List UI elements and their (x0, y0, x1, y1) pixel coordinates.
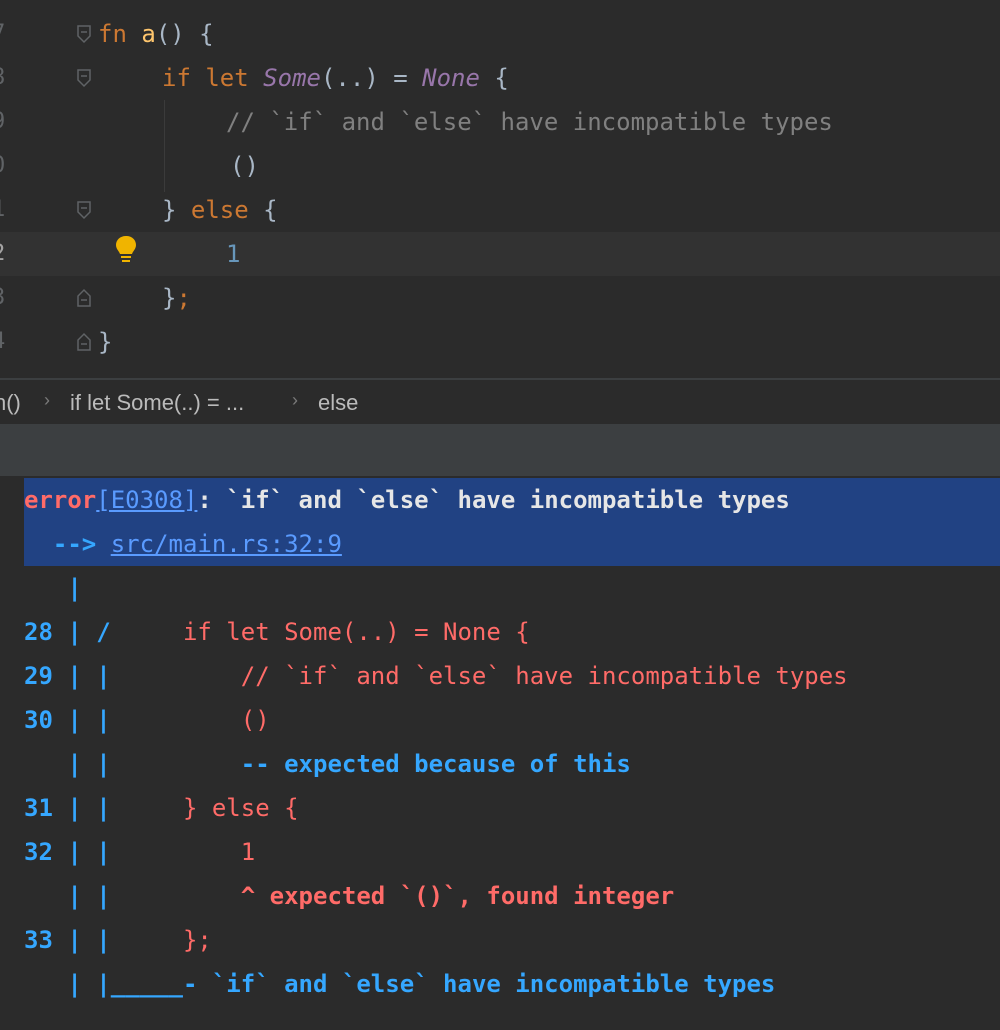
line-gutter: 29 | | (24, 662, 111, 690)
code-editor[interactable]: 7 fn a() { 8 if let Some(..) = None { 9 … (0, 0, 1000, 378)
editor-line[interactable]: 8 if let Some(..) = None { (0, 56, 1000, 100)
line-number: 2 (0, 232, 12, 276)
editor-line[interactable]: 0 () (0, 144, 1000, 188)
fold-end-icon[interactable] (76, 332, 92, 352)
editor-line[interactable]: 7 fn a() { (0, 12, 1000, 56)
line-gutter: | |_____ (24, 970, 183, 998)
line-gutter: | | (24, 882, 111, 910)
line-gutter: 31 | | (24, 794, 111, 822)
code-text: } (98, 328, 113, 356)
build-output-console[interactable]: error[E0308]: `if` and `else` have incom… (0, 476, 1000, 1030)
diagnostic-text: if let Some(..) = None { (110, 618, 530, 646)
diagnostic-line: 32 | | 1 (24, 830, 255, 874)
diagnostic-line: | | ^ expected `()`, found integer (24, 874, 674, 918)
diagnostic-text: - `if` and `else` have incompatible type… (182, 970, 776, 998)
line-gutter: | | (24, 750, 111, 778)
breadcrumb-item[interactable]: if let Some(..) = ... (70, 390, 244, 416)
editor-line[interactable]: 9 // `if` and `else` have incompatible t… (0, 100, 1000, 144)
diagnostic-line: | (24, 566, 82, 610)
diagnostic-line: 28 | / if let Some(..) = None { (24, 610, 530, 654)
error-message: : `if` and `else` have incompatible type… (197, 486, 790, 514)
code-number: 1 (226, 240, 241, 268)
diagnostic-line: 29 | | // `if` and `else` have incompati… (24, 654, 848, 698)
diagnostic-text: ^ expected `()`, found integer (110, 882, 675, 910)
editor-line-current[interactable]: 2 1 (0, 232, 1000, 276)
fold-start-icon[interactable] (76, 68, 92, 88)
lightbulb-icon[interactable] (114, 234, 138, 264)
line-gutter: 32 | | (24, 838, 111, 866)
code-text: }; (162, 284, 191, 312)
line-number: 9 (0, 100, 12, 144)
line-gutter: | (24, 574, 82, 602)
breadcrumb: n() › if let Some(..) = ... › else (0, 378, 1000, 426)
diagnostic-text: } else { (110, 794, 299, 822)
panel-divider (0, 424, 1000, 476)
line-gutter: 28 | / (24, 618, 111, 646)
code-text: fn a() { (98, 20, 214, 48)
diagnostic-line: 31 | | } else { (24, 786, 299, 830)
line-number: 3 (0, 276, 12, 320)
diagnostic-text: -- expected because of this (110, 750, 631, 778)
line-gutter: 30 | | (24, 706, 111, 734)
diagnostic-text: 1 (110, 838, 256, 866)
code-text: () (230, 152, 259, 180)
editor-line[interactable]: 4 } (0, 320, 1000, 364)
error-label: error (24, 486, 97, 514)
chevron-right-icon: › (292, 390, 298, 410)
line-number: 4 (0, 320, 12, 364)
line-number: 1 (0, 188, 12, 232)
fold-start-icon[interactable] (76, 24, 92, 44)
breadcrumb-item-current[interactable]: else (318, 390, 358, 416)
editor-line[interactable]: 1 } else { (0, 188, 1000, 232)
line-number: 0 (0, 144, 12, 188)
line-number: 7 (0, 12, 12, 56)
diagnostic-line: 30 | | () (24, 698, 270, 742)
diagnostic-line: | | -- expected because of this (24, 742, 631, 786)
chevron-right-icon: › (44, 390, 50, 410)
fold-end-icon[interactable] (76, 288, 92, 308)
error-code-link[interactable]: [E0308] (96, 486, 197, 514)
code-text: } else { (162, 196, 278, 224)
line-gutter: 33 | | (24, 926, 111, 954)
diagnostic-text: // `if` and `else` have incompatible typ… (110, 662, 848, 690)
breadcrumb-item[interactable]: n() (0, 390, 21, 416)
diagnostic-text: }; (110, 926, 212, 954)
diagnostic-line: 33 | | }; (24, 918, 212, 962)
code-text: if let Some(..) = None { (162, 64, 509, 92)
source-location-link[interactable]: src/main.rs:32:9 (111, 530, 342, 558)
fold-start-icon[interactable] (76, 200, 92, 220)
location-arrow: --> (24, 530, 111, 558)
error-title-line: error[E0308]: `if` and `else` have incom… (24, 478, 790, 522)
code-comment: // `if` and `else` have incompatible typ… (226, 108, 833, 136)
diagnostic-text: () (110, 706, 270, 734)
diagnostic-line: | |_____- `if` and `else` have incompati… (24, 962, 775, 1006)
error-location-line: --> src/main.rs:32:9 (24, 522, 342, 566)
line-number: 8 (0, 56, 12, 100)
editor-line[interactable]: 3 }; (0, 276, 1000, 320)
